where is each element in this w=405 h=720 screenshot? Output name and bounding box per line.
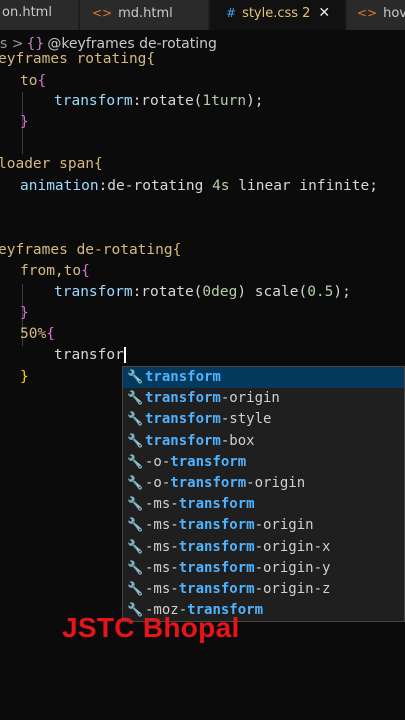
autocomplete-item-suffix: -style <box>220 411 272 428</box>
property-wrench-icon: 🔧 <box>127 518 144 534</box>
autocomplete-item-match: transform <box>170 453 247 470</box>
code-line: eyframes de-rotating{ <box>0 242 182 258</box>
property-wrench-icon: 🔧 <box>127 412 144 428</box>
autocomplete-item[interactable]: 🔧 -ms-transform-origin-z <box>123 579 404 600</box>
autocomplete-item-match: transform <box>145 369 221 385</box>
autocomplete-item-suffix: -origin <box>220 390 280 407</box>
tab-on-html[interactable]: on.html <box>0 0 78 30</box>
autocomplete-dropdown[interactable]: 🔧 transform 🔧 transform-origin 🔧 transform-st… <box>122 366 405 622</box>
code-line: loader span{ <box>0 156 103 172</box>
autocomplete-item-match: transform <box>145 432 221 449</box>
code-line: eyframes rotating{ <box>0 51 156 67</box>
code-line: } <box>20 305 29 321</box>
autocomplete-item[interactable]: 🔧 -ms-transform-origin-x <box>123 537 404 558</box>
watermark: JSTC Bhopal <box>62 612 240 643</box>
autocomplete-item-prefix: -ms- <box>145 538 179 555</box>
tab-style-css[interactable]: # style.css 2 ✕ <box>210 0 345 30</box>
code-line: 50%{ <box>20 326 55 342</box>
autocomplete-item[interactable]: 🔧 -o-transform <box>123 452 404 473</box>
property-wrench-icon: 🔧 <box>127 539 144 555</box>
autocomplete-item[interactable]: 🔧 -ms-transform-origin <box>123 515 404 536</box>
autocomplete-item[interactable]: 🔧 transform <box>123 367 404 389</box>
autocomplete-item[interactable]: 🔧 transform-origin <box>123 388 404 409</box>
tab-hov[interactable]: <> hov <box>347 0 405 30</box>
code-line: } <box>20 114 29 130</box>
property-wrench-icon: 🔧 <box>127 370 144 385</box>
autocomplete-item-prefix: -ms- <box>145 496 179 513</box>
code-line: animation:de-rotating 4s linear infinite… <box>20 178 378 194</box>
code-line: transform:rotate(0deg) scale(0.5); <box>54 284 351 300</box>
property-wrench-icon: 🔧 <box>127 560 144 576</box>
autocomplete-item-match: transform <box>145 411 221 428</box>
tab-label: hov <box>383 6 405 21</box>
html-file-icon: <> <box>92 6 113 20</box>
autocomplete-item-suffix: -origin-y <box>254 559 331 576</box>
autocomplete-item-suffix: -origin-z <box>254 580 331 597</box>
autocomplete-item[interactable]: 🔧 -ms-transform <box>123 494 404 515</box>
property-wrench-icon: 🔧 <box>127 497 144 513</box>
autocomplete-item-match: transform <box>145 390 221 407</box>
autocomplete-item-prefix: -ms- <box>145 559 179 576</box>
autocomplete-item-match: transform <box>178 580 255 597</box>
autocomplete-item-suffix: -origin-x <box>254 538 331 555</box>
property-wrench-icon: 🔧 <box>127 475 144 491</box>
autocomplete-item-suffix: -box <box>220 432 255 449</box>
css-file-icon: # <box>226 6 237 20</box>
autocomplete-item-suffix: -origin <box>246 474 306 491</box>
tab-label: on.html <box>2 5 52 20</box>
tab-label: md.html <box>118 6 173 21</box>
code-line: } <box>20 369 29 385</box>
property-wrench-icon: 🔧 <box>127 391 144 407</box>
autocomplete-item-prefix: -o- <box>145 474 171 491</box>
autocomplete-item-prefix: -o- <box>145 453 171 470</box>
property-wrench-icon: 🔧 <box>127 581 144 597</box>
code-line: to{ <box>20 73 47 89</box>
code-line-active[interactable]: transfor <box>54 344 126 366</box>
autocomplete-item-match: transform <box>178 496 255 513</box>
tab-label: style.css <box>242 6 299 21</box>
text-cursor <box>123 347 126 363</box>
code-line: transform:rotate(1turn); <box>54 93 264 109</box>
autocomplete-item[interactable]: 🔧 transform-style <box>123 409 404 430</box>
html-file-icon: <> <box>357 6 378 20</box>
code-line: from,to{ <box>20 263 90 279</box>
autocomplete-item[interactable]: 🔧 -ms-transform-origin-y <box>123 558 404 579</box>
autocomplete-item-suffix: -origin <box>254 517 314 534</box>
property-wrench-icon: 🔧 <box>127 454 144 470</box>
property-wrench-icon: 🔧 <box>127 433 144 449</box>
autocomplete-item[interactable]: 🔧 -o-transform-origin <box>123 473 404 494</box>
autocomplete-item-prefix: -ms- <box>145 517 179 534</box>
autocomplete-item-match: transform <box>170 474 247 491</box>
tab-bar: on.html <> md.html # style.css 2 ✕ <> hov <box>0 0 405 30</box>
autocomplete-item-match: transform <box>178 538 255 555</box>
problem-count-badge: 2 <box>302 6 311 21</box>
autocomplete-item-match: transform <box>178 517 255 534</box>
autocomplete-item-prefix: -ms- <box>145 580 179 597</box>
autocomplete-item[interactable]: 🔧 transform-box <box>123 431 404 452</box>
autocomplete-item-match: transform <box>178 559 255 576</box>
close-icon[interactable]: ✕ <box>318 0 330 26</box>
tab-md-html[interactable]: <> md.html <box>80 0 208 30</box>
